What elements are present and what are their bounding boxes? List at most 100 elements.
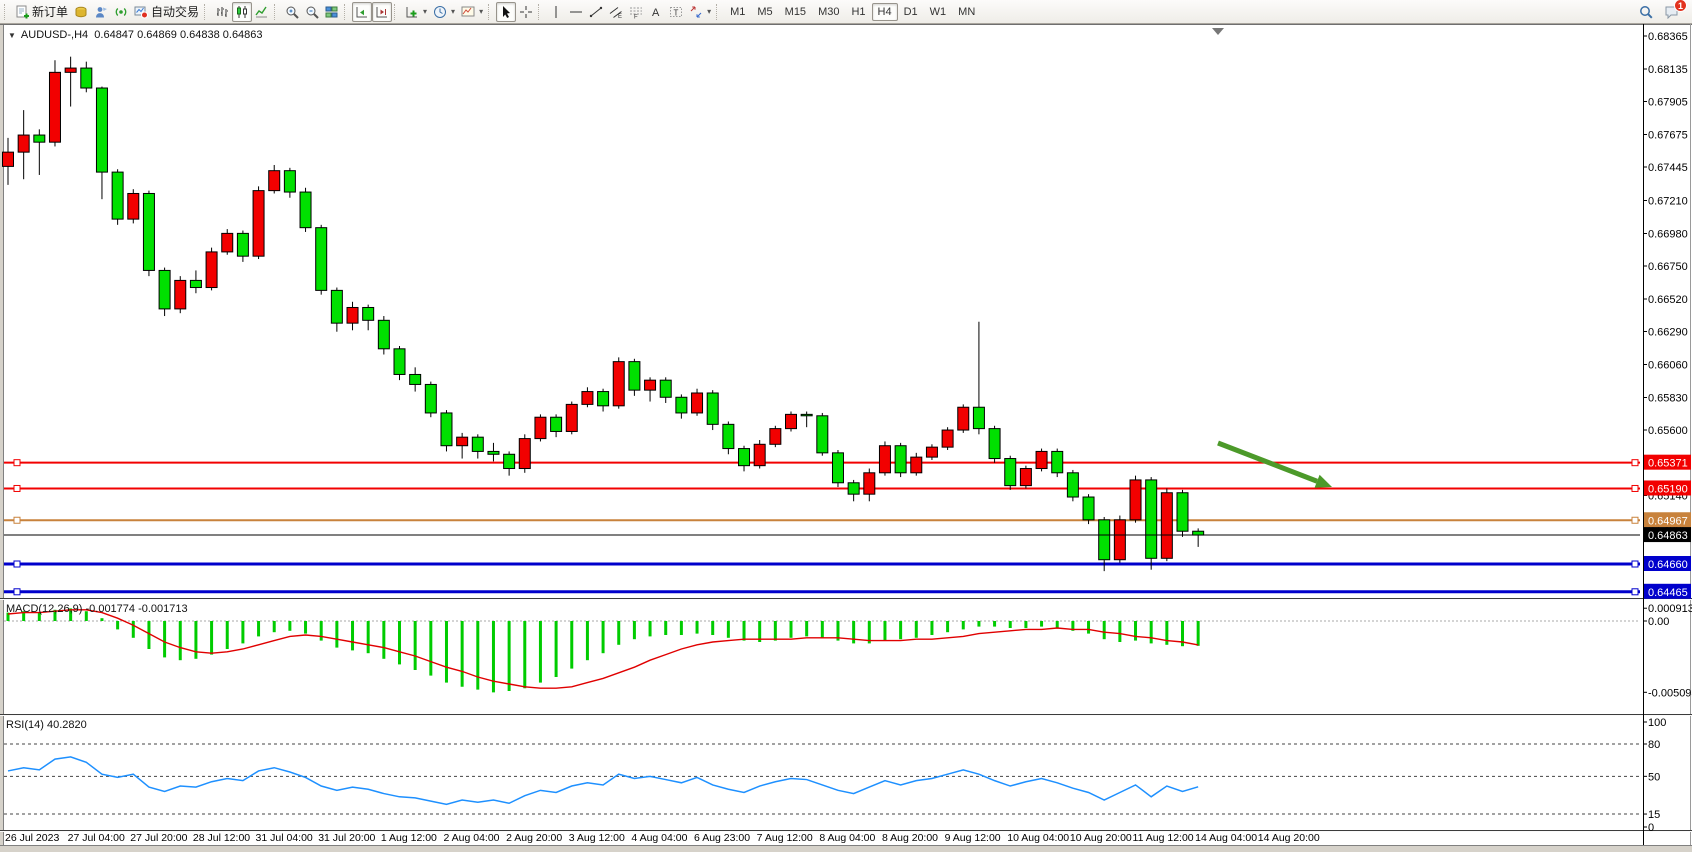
price-tick-label: 0.65600 bbox=[1648, 425, 1688, 437]
time-axis-label[interactable]: 31 Jul 04:00 bbox=[256, 832, 313, 844]
tf-w1-button[interactable]: W1 bbox=[924, 3, 953, 21]
tf-m30-button[interactable]: M30 bbox=[812, 3, 845, 21]
dropdown-arrow-icon[interactable]: ▾ bbox=[707, 7, 711, 16]
tile-windows-button[interactable] bbox=[322, 2, 342, 22]
channel-button[interactable]: E bbox=[606, 2, 626, 22]
zoom-in-button[interactable] bbox=[282, 2, 302, 22]
dropdown-arrow-icon[interactable]: ▾ bbox=[451, 7, 455, 16]
crosshair-icon bbox=[519, 5, 533, 19]
arrows-button[interactable]: ▾ bbox=[686, 2, 714, 22]
tf-m15-button[interactable]: M15 bbox=[779, 3, 812, 21]
line-handle[interactable] bbox=[1632, 517, 1638, 523]
time-axis-label[interactable]: 9 Aug 12:00 bbox=[945, 832, 1001, 844]
time-axis-label[interactable]: 10 Aug 04:00 bbox=[1007, 832, 1069, 844]
line-handle[interactable] bbox=[14, 460, 20, 466]
candle bbox=[832, 450, 843, 487]
time-axis-label[interactable]: 31 Jul 20:00 bbox=[318, 832, 375, 844]
one-click-trading-arrow-icon[interactable]: ▼ bbox=[8, 31, 16, 40]
time-axis-label[interactable]: 10 Aug 20:00 bbox=[1070, 832, 1132, 844]
time-axis-label[interactable]: 2 Aug 04:00 bbox=[443, 832, 499, 844]
dropdown-arrow-icon[interactable]: ▾ bbox=[423, 7, 427, 16]
fibonacci-button[interactable]: F bbox=[626, 2, 646, 22]
text-button[interactable]: A bbox=[646, 2, 666, 22]
tf-h4-button[interactable]: H4 bbox=[872, 3, 898, 21]
chart-shift-button[interactable] bbox=[372, 2, 392, 22]
candle-body bbox=[645, 380, 656, 390]
tf-m5-button[interactable]: M5 bbox=[751, 3, 778, 21]
templates-button[interactable]: ▾ bbox=[458, 2, 486, 22]
community-button[interactable] bbox=[91, 2, 111, 22]
time-axis-label[interactable]: 27 Jul 04:00 bbox=[68, 832, 125, 844]
bid-price-label: 0.64863 bbox=[1648, 530, 1688, 542]
line-handle[interactable] bbox=[14, 517, 20, 523]
autoscroll-icon bbox=[355, 5, 369, 19]
search-button[interactable] bbox=[1636, 2, 1656, 22]
vline-button[interactable] bbox=[546, 2, 566, 22]
hline-button[interactable] bbox=[566, 2, 586, 22]
tf-mn-button[interactable]: MN bbox=[952, 3, 981, 21]
tf-d1-button[interactable]: D1 bbox=[898, 3, 924, 21]
time-axis-label[interactable]: 8 Aug 04:00 bbox=[819, 832, 875, 844]
line-handle[interactable] bbox=[1632, 460, 1638, 466]
candlestick-icon bbox=[235, 5, 249, 19]
bar-chart-button[interactable] bbox=[212, 2, 232, 22]
crosshair-button[interactable] bbox=[516, 2, 536, 22]
price-tick-label: 0.67675 bbox=[1648, 129, 1688, 141]
auto-scroll-button[interactable] bbox=[352, 2, 372, 22]
time-axis-label[interactable]: 8 Aug 20:00 bbox=[882, 832, 938, 844]
auto-trading-button[interactable]: 自动交易 bbox=[131, 2, 202, 22]
tf-h1-button[interactable]: H1 bbox=[845, 3, 871, 21]
candle-body bbox=[190, 280, 201, 287]
trendline-button[interactable] bbox=[586, 2, 606, 22]
time-axis-label[interactable]: 27 Jul 20:00 bbox=[130, 832, 187, 844]
cursor-button[interactable] bbox=[496, 2, 516, 22]
line-handle[interactable] bbox=[1632, 485, 1638, 491]
dropdown-arrow-icon[interactable]: ▾ bbox=[479, 7, 483, 16]
line-handle[interactable] bbox=[1632, 561, 1638, 567]
candle-body bbox=[1177, 493, 1188, 531]
line-chart-button[interactable] bbox=[252, 2, 272, 22]
candle-body bbox=[300, 192, 311, 228]
candle bbox=[128, 189, 139, 223]
new-order-icon bbox=[15, 5, 29, 19]
candle-body bbox=[989, 429, 1000, 459]
candle-body bbox=[81, 68, 92, 88]
price-tick-label: 0.66060 bbox=[1648, 359, 1688, 371]
chart-background bbox=[0, 24, 1692, 852]
time-axis-label[interactable]: 14 Aug 20:00 bbox=[1258, 832, 1320, 844]
candle bbox=[754, 440, 765, 469]
candle-body bbox=[660, 380, 671, 397]
time-axis-label[interactable]: 6 Aug 23:00 bbox=[694, 832, 750, 844]
rsi-axis-label: 0 bbox=[1648, 822, 1654, 834]
candle bbox=[519, 434, 530, 472]
candle-body bbox=[253, 191, 264, 257]
zoom-out-button[interactable] bbox=[302, 2, 322, 22]
time-axis-label[interactable]: 28 Jul 12:00 bbox=[193, 832, 250, 844]
candle bbox=[1177, 490, 1188, 537]
rsi-axis-label: 80 bbox=[1648, 739, 1660, 751]
line-handle[interactable] bbox=[14, 485, 20, 491]
chart-canvas[interactable]: 0.683650.681350.679050.676750.674450.672… bbox=[0, 24, 1692, 852]
line-handle[interactable] bbox=[14, 589, 20, 595]
deposit-button[interactable] bbox=[71, 2, 91, 22]
line-handle[interactable] bbox=[14, 561, 20, 567]
time-axis-label[interactable]: 1 Aug 12:00 bbox=[381, 832, 437, 844]
indicators-button[interactable]: ▾ bbox=[402, 2, 430, 22]
new-order-button[interactable]: 新订单 bbox=[12, 2, 71, 22]
candlestick-button[interactable] bbox=[232, 2, 252, 22]
label-button[interactable]: T bbox=[666, 2, 686, 22]
time-axis-label[interactable]: 11 Aug 12:00 bbox=[1133, 832, 1194, 844]
periods-button[interactable]: ▾ bbox=[430, 2, 458, 22]
signals-button[interactable] bbox=[111, 2, 131, 22]
tf-m1-button[interactable]: M1 bbox=[724, 3, 751, 21]
time-axis-label[interactable]: 4 Aug 04:00 bbox=[631, 832, 687, 844]
time-axis-label[interactable]: 2 Aug 20:00 bbox=[506, 832, 562, 844]
time-axis-label[interactable]: 3 Aug 12:00 bbox=[569, 832, 625, 844]
time-axis-label[interactable]: 26 Jul 2023 bbox=[5, 832, 59, 844]
candle bbox=[817, 413, 828, 456]
time-axis-label[interactable]: 7 Aug 12:00 bbox=[757, 832, 813, 844]
toolbar-right: 1 bbox=[1636, 2, 1690, 22]
line-handle[interactable] bbox=[1632, 589, 1638, 595]
time-axis-label[interactable]: 14 Aug 04:00 bbox=[1195, 832, 1257, 844]
notifications-button[interactable]: 1 bbox=[1662, 2, 1682, 22]
